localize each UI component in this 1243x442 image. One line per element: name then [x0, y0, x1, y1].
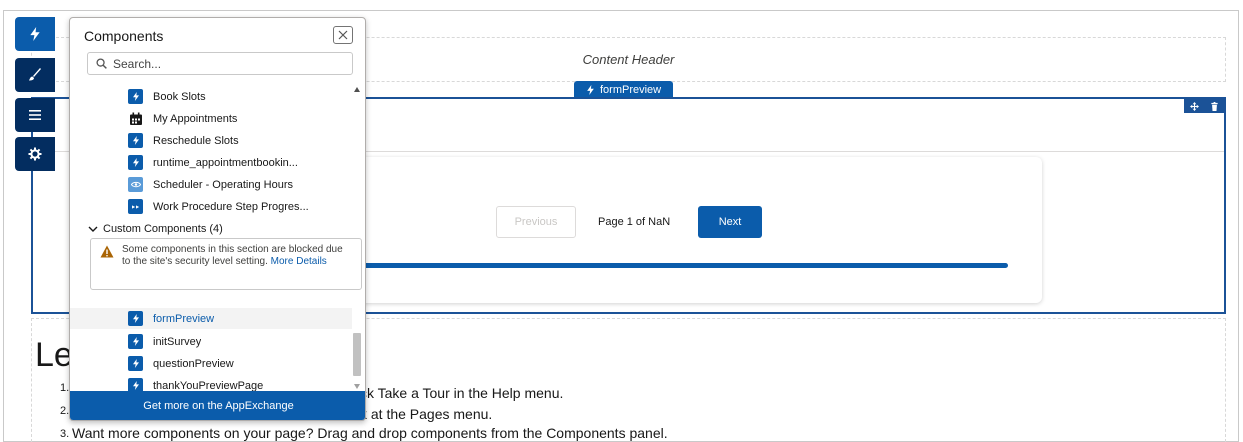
search-input[interactable] [113, 56, 333, 71]
list-item-label: questionPreview [153, 357, 234, 370]
list-item: ck Take a Tour in the Help menu. [360, 385, 564, 401]
list-item-label: Work Procedure Step Progres... [153, 200, 309, 213]
components-list: Book Slots My Appointments Reschedule Sl… [70, 82, 365, 393]
move-icon[interactable] [1189, 101, 1199, 111]
list-number: 3. [60, 428, 70, 440]
custom-components-header[interactable]: Custom Components (4) [88, 223, 223, 235]
list-number: 2. [60, 405, 70, 417]
search-icon [96, 58, 107, 69]
list-item-label: Book Slots [153, 90, 206, 103]
scroll-up-arrow[interactable] [352, 84, 362, 94]
list-item-initsurvey[interactable]: initSurvey [70, 331, 352, 352]
section-title: Custom Components (4) [103, 223, 223, 235]
rail-navigation-button[interactable] [15, 98, 55, 132]
search-box[interactable] [87, 52, 353, 75]
list-item-scheduler-hours[interactable]: Scheduler - Operating Hours [70, 174, 352, 195]
security-warning: Some components in this section are bloc… [90, 238, 362, 290]
next-button[interactable]: Next [698, 206, 762, 238]
list-item-label: formPreview [153, 312, 215, 325]
builder-page: Content Header formPreview Previous Page… [0, 0, 1243, 442]
delete-icon[interactable] [1210, 101, 1219, 111]
lightning-icon [30, 27, 40, 41]
lightning-icon [128, 356, 143, 371]
gear-icon [28, 147, 42, 161]
list-item-label: Reschedule Slots [153, 134, 239, 147]
previous-button[interactable]: Previous [496, 206, 576, 238]
list-item-label: runtime_appointmentbookin... [153, 156, 298, 169]
brush-icon [29, 68, 41, 81]
component-actions [1184, 99, 1224, 113]
list-item-label: My Appointments [153, 112, 238, 125]
rail-theme-button[interactable] [15, 58, 55, 92]
warning-icon [100, 245, 114, 258]
list-item-runtime-appointment[interactable]: runtime_appointmentbookin... [70, 152, 352, 173]
heading-fragment-left: Le [35, 336, 73, 374]
panel-title: Components [84, 28, 164, 44]
list-item-reschedule-slots[interactable]: Reschedule Slots [70, 130, 352, 151]
lightning-icon [128, 155, 143, 170]
list-item: k at the Pages menu. [360, 406, 493, 422]
list-item-label: initSurvey [153, 335, 202, 348]
components-panel: Components Book Slots My Appointments Re… [69, 17, 366, 421]
chevron-down-icon [88, 226, 98, 232]
list-item-label: Scheduler - Operating Hours [153, 178, 294, 191]
list-item-formpreview[interactable]: formPreview [70, 308, 352, 329]
eye-icon [128, 177, 143, 192]
lightning-icon [128, 133, 143, 148]
lightning-icon [128, 89, 143, 104]
menu-icon [29, 110, 41, 120]
list-item-my-appointments[interactable]: My Appointments [70, 108, 352, 129]
progress-bar [256, 263, 1008, 268]
lightning-icon [128, 334, 143, 349]
lightning-icon [128, 311, 143, 326]
list-item-questionpreview[interactable]: questionPreview [70, 353, 352, 374]
list-number: 1. [60, 382, 70, 394]
close-button[interactable] [333, 26, 353, 44]
scroll-down-arrow[interactable] [352, 381, 362, 391]
scrollbar-thumb[interactable] [353, 333, 361, 376]
page-indicator: Page 1 of NaN [598, 216, 671, 228]
arrow-icon [128, 199, 143, 214]
close-icon [338, 30, 348, 40]
list-item-book-slots[interactable]: Book Slots [70, 86, 352, 107]
more-details-link[interactable]: More Details [271, 256, 327, 267]
rail-settings-button[interactable] [15, 137, 55, 171]
list-item: Want more components on your page? Drag … [72, 425, 668, 441]
appexchange-button[interactable]: Get more on the AppExchange [70, 391, 365, 420]
lightning-icon [587, 85, 594, 95]
page-heading: Le d! [35, 336, 346, 375]
list-item-label: thankYouPreviewPage [153, 379, 264, 392]
calendar-icon [128, 111, 143, 126]
warning-text: Some components in this section are bloc… [122, 244, 347, 268]
panel-scrollbar[interactable] [350, 82, 364, 393]
rail-components-button[interactable] [15, 17, 55, 51]
list-item-work-procedure[interactable]: Work Procedure Step Progres... [70, 196, 352, 217]
